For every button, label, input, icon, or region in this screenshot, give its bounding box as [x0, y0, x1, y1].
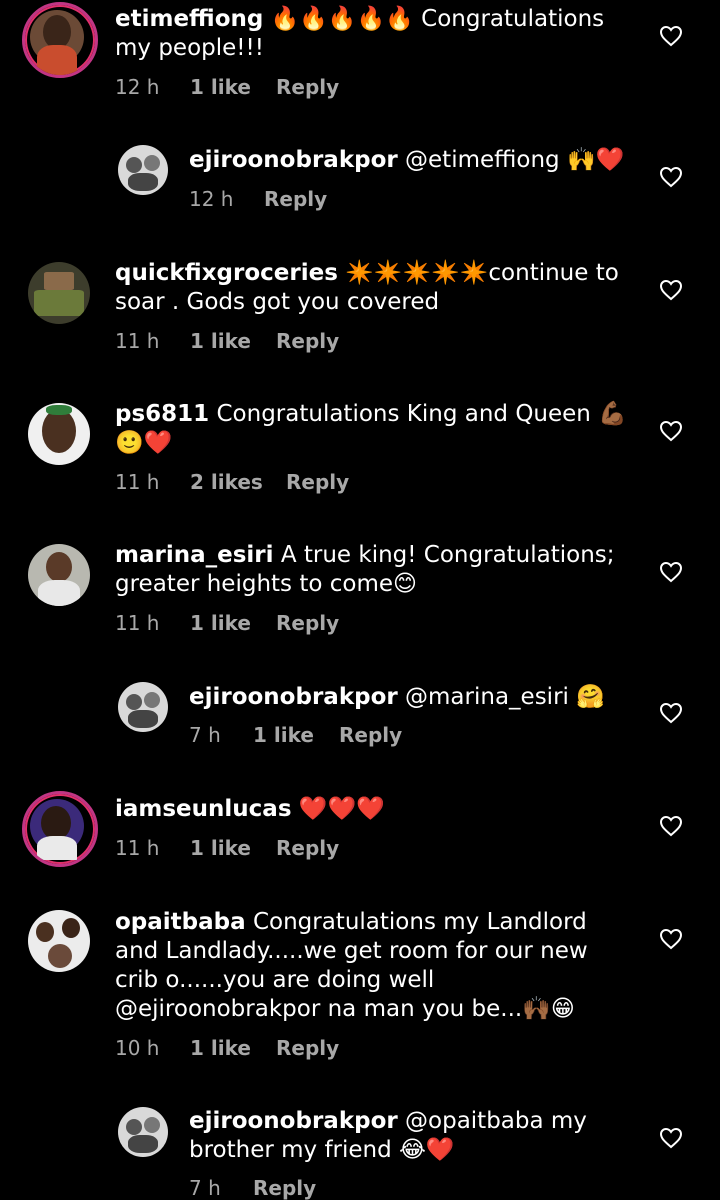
comment-meta: 12 h Reply — [189, 187, 327, 211]
reply-button[interactable]: Reply — [276, 329, 339, 353]
heart-outline-icon[interactable] — [659, 561, 683, 583]
comment-meta: 11 h 2 likes Reply — [115, 470, 349, 494]
avatar[interactable] — [118, 1107, 168, 1157]
timestamp: 11 h — [115, 836, 160, 860]
heart-outline-icon[interactable] — [659, 279, 683, 301]
avatar[interactable] — [28, 262, 90, 324]
comment-meta: 7 h Reply — [189, 1176, 316, 1200]
comment-meta: 11 h 1 like Reply — [115, 329, 339, 353]
comment-text: opaitbaba Congratulations my Landlord an… — [115, 908, 635, 1024]
avatar[interactable] — [28, 544, 90, 606]
reply-button[interactable]: Reply — [339, 723, 402, 747]
avatar[interactable] — [22, 791, 98, 867]
reply-button[interactable]: Reply — [286, 470, 349, 494]
comment-text: iamseunlucas ❤️❤️❤️ — [115, 795, 635, 824]
username[interactable]: etimeffiong — [115, 6, 263, 32]
username[interactable]: iamseunlucas — [115, 796, 292, 822]
avatar[interactable] — [118, 682, 168, 732]
reply-button[interactable]: Reply — [264, 187, 327, 211]
heart-outline-icon[interactable] — [659, 1127, 683, 1149]
timestamp: 11 h — [115, 611, 160, 635]
avatar[interactable] — [22, 2, 98, 78]
comment-text: marina_esiri A true king! Congratulation… — [115, 541, 635, 599]
timestamp: 7 h — [189, 1176, 221, 1200]
comment-text: ejiroonobrakpor @opaitbaba my brother my… — [189, 1107, 609, 1165]
username[interactable]: quickfixgroceries — [115, 260, 338, 286]
avatar[interactable] — [28, 910, 90, 972]
comment-body: @etimeffiong 🙌❤️ — [405, 147, 625, 173]
comment-text: quickfixgroceries ✴️✴️✴️✴️✴️continue to … — [115, 259, 635, 317]
reply-button[interactable]: Reply — [253, 1176, 316, 1200]
comment-text: etimeffiong 🔥🔥🔥🔥🔥 Congratulations my peo… — [115, 5, 635, 63]
likes-count[interactable]: 1 like — [253, 723, 339, 747]
likes-count[interactable]: 1 like — [190, 836, 276, 860]
comment-meta: 10 h 1 like Reply — [115, 1036, 339, 1060]
comment-meta: 11 h 1 like Reply — [115, 836, 339, 860]
likes-count[interactable]: 2 likes — [190, 470, 286, 494]
reply-button[interactable]: Reply — [276, 75, 339, 99]
avatar[interactable] — [118, 145, 168, 195]
username[interactable]: ejiroonobrakpor — [189, 147, 398, 173]
comment-meta: 12 h 1 like Reply — [115, 75, 339, 99]
comment-body: @marina_esiri 🤗 — [405, 684, 605, 710]
comment-text: ejiroonobrakpor @marina_esiri 🤗 — [189, 683, 639, 712]
comment-text: ps6811 Congratulations King and Queen 💪🏾… — [115, 400, 635, 458]
timestamp: 12 h — [115, 75, 160, 99]
heart-outline-icon[interactable] — [659, 420, 683, 442]
comment-meta: 11 h 1 like Reply — [115, 611, 339, 635]
comment-meta: 7 h 1 like Reply — [189, 723, 402, 747]
likes-count[interactable]: 1 like — [190, 611, 276, 635]
likes-count[interactable]: 1 like — [190, 75, 276, 99]
timestamp: 12 h — [189, 187, 234, 211]
comment-body: ❤️❤️❤️ — [298, 796, 385, 822]
reply-button[interactable]: Reply — [276, 1036, 339, 1060]
heart-outline-icon[interactable] — [659, 166, 683, 188]
reply-button[interactable]: Reply — [276, 836, 339, 860]
comment-text: ejiroonobrakpor @etimeffiong 🙌❤️ — [189, 146, 639, 175]
likes-count[interactable]: 1 like — [190, 1036, 276, 1060]
avatar[interactable] — [28, 403, 90, 465]
timestamp: 11 h — [115, 470, 160, 494]
heart-outline-icon[interactable] — [659, 928, 683, 950]
reply-button[interactable]: Reply — [276, 611, 339, 635]
heart-outline-icon[interactable] — [659, 702, 683, 724]
heart-outline-icon[interactable] — [659, 815, 683, 837]
username[interactable]: ejiroonobrakpor — [189, 684, 398, 710]
username[interactable]: ps6811 — [115, 401, 209, 427]
username[interactable]: marina_esiri — [115, 542, 274, 568]
heart-outline-icon[interactable] — [659, 25, 683, 47]
timestamp: 7 h — [189, 723, 221, 747]
timestamp: 11 h — [115, 329, 160, 353]
likes-count[interactable]: 1 like — [190, 329, 276, 353]
username[interactable]: ejiroonobrakpor — [189, 1108, 398, 1134]
timestamp: 10 h — [115, 1036, 160, 1060]
username[interactable]: opaitbaba — [115, 909, 246, 935]
